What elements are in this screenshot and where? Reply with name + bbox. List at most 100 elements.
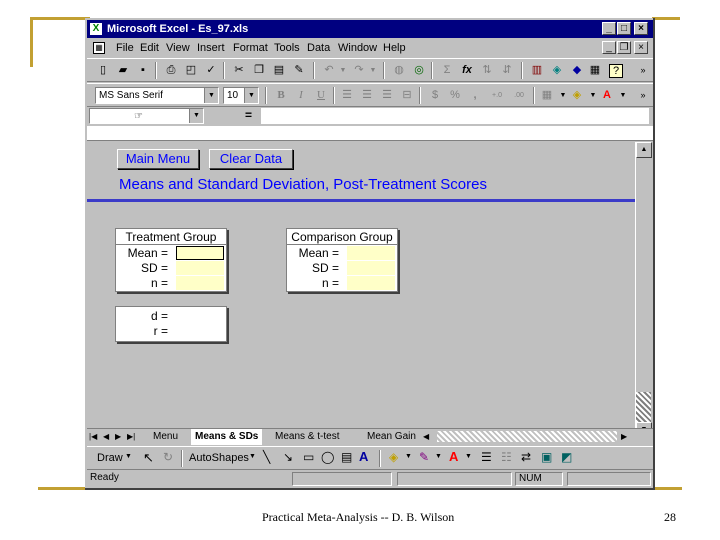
tab-menu[interactable]: Menu bbox=[153, 429, 178, 445]
align-right-icon[interactable]: ☰ bbox=[379, 88, 395, 103]
minimize-button[interactable]: _ bbox=[602, 22, 616, 35]
copy-icon[interactable]: ❐ bbox=[251, 63, 267, 78]
line-icon[interactable]: ╲ bbox=[263, 450, 270, 464]
rectangle-icon[interactable]: ▭ bbox=[303, 450, 314, 464]
open-icon[interactable]: ▰ bbox=[115, 63, 131, 78]
treatment-mean-input[interactable] bbox=[176, 246, 224, 260]
toolbar-more-icon[interactable]: » bbox=[635, 63, 651, 78]
menu-tools[interactable]: Tools bbox=[274, 39, 300, 57]
fill-color-icon[interactable]: ◈ bbox=[389, 450, 398, 464]
dash-style-icon[interactable]: ☷ bbox=[501, 450, 512, 464]
treatment-sd-input[interactable] bbox=[176, 261, 224, 275]
select-objects-icon[interactable]: ↖ bbox=[143, 450, 154, 466]
name-box[interactable]: ☞ ▼ bbox=[89, 108, 204, 124]
fill-color-icon[interactable]: ◈ bbox=[569, 88, 585, 103]
cut-icon[interactable]: ✂ bbox=[231, 63, 247, 78]
line-color-icon[interactable]: ✎ bbox=[419, 450, 429, 464]
doc-restore-button[interactable]: ❐ bbox=[617, 41, 631, 54]
sort-ascending-icon[interactable]: ⇅ bbox=[479, 63, 495, 78]
paste-icon[interactable]: ▤ bbox=[271, 63, 287, 78]
font-name-combo[interactable]: MS Sans Serif ▼ bbox=[95, 87, 219, 104]
doc-close-button[interactable]: × bbox=[634, 41, 648, 54]
formula-input[interactable] bbox=[261, 108, 649, 124]
paste-function-icon[interactable]: fx bbox=[459, 63, 475, 78]
menu-help[interactable]: Help bbox=[383, 39, 406, 57]
tab-mean-gain[interactable]: Mean Gain bbox=[367, 429, 416, 445]
map-icon[interactable]: ◈ bbox=[549, 63, 565, 78]
horizontal-scrollbar[interactable] bbox=[437, 431, 617, 442]
bold-button[interactable]: B bbox=[273, 88, 289, 103]
treatment-n-input[interactable] bbox=[176, 276, 224, 290]
new-icon[interactable]: ▯ bbox=[95, 63, 111, 78]
sort-descending-icon[interactable]: ⇵ bbox=[499, 63, 515, 78]
wordart-icon[interactable]: A bbox=[359, 449, 368, 464]
redo-dropdown-icon[interactable]: ▼ bbox=[365, 63, 381, 78]
line-style-icon[interactable]: ☰ bbox=[481, 450, 492, 464]
free-rotate-icon[interactable]: ↻ bbox=[163, 450, 173, 464]
autoshapes-menu-button[interactable]: AutoShapes bbox=[189, 452, 249, 464]
next-sheet-icon[interactable]: ▶ bbox=[115, 429, 121, 445]
menu-file[interactable]: File bbox=[116, 39, 134, 57]
maximize-button[interactable]: □ bbox=[617, 22, 631, 35]
draw-dropdown-icon[interactable]: ▼ bbox=[125, 453, 132, 460]
font-color-icon[interactable]: A bbox=[449, 449, 458, 464]
font-color-dropdown-icon[interactable]: ▼ bbox=[465, 453, 472, 460]
arrow-style-icon[interactable]: ⇄ bbox=[521, 450, 531, 464]
borders-icon[interactable]: ▦ bbox=[539, 88, 555, 103]
decrease-decimal-button[interactable]: .00 bbox=[509, 88, 529, 103]
3d-icon[interactable]: ◩ bbox=[561, 450, 572, 464]
menu-window[interactable]: Window bbox=[338, 39, 377, 57]
autoshapes-dropdown-icon[interactable]: ▼ bbox=[249, 453, 256, 460]
autosum-icon[interactable]: Σ bbox=[439, 63, 455, 78]
prev-sheet-icon[interactable]: ◀ bbox=[103, 429, 109, 445]
align-left-icon[interactable]: ☰ bbox=[339, 88, 355, 103]
increase-decimal-button[interactable]: +.0 bbox=[487, 88, 507, 103]
scroll-up-button[interactable]: ▲ bbox=[636, 142, 652, 158]
menu-format[interactable]: Format bbox=[233, 39, 268, 57]
web-toolbar-icon[interactable]: ◎ bbox=[411, 63, 427, 78]
doc-minimize-button[interactable]: _ bbox=[602, 41, 616, 54]
hyperlink-icon[interactable]: ◍ bbox=[391, 63, 407, 78]
close-button[interactable]: × bbox=[634, 22, 648, 35]
percent-button[interactable]: % bbox=[447, 88, 463, 103]
last-sheet-icon[interactable]: ▶| bbox=[127, 429, 135, 445]
format-painter-icon[interactable]: ✎ bbox=[291, 63, 307, 78]
underline-button[interactable]: U bbox=[313, 88, 329, 103]
align-center-icon[interactable]: ☰ bbox=[359, 88, 375, 103]
tab-means-sds[interactable]: Means & SDs bbox=[191, 429, 263, 445]
chevron-down-icon[interactable]: ▼ bbox=[204, 88, 218, 103]
font-size-combo[interactable]: 10 ▼ bbox=[223, 87, 259, 104]
spelling-icon[interactable]: ✓ bbox=[203, 63, 219, 78]
main-menu-button[interactable]: Main Menu bbox=[117, 149, 199, 169]
chevron-down-icon[interactable]: ▼ bbox=[189, 109, 203, 123]
menu-data[interactable]: Data bbox=[307, 39, 330, 57]
chart-wizard-icon[interactable]: ▥ bbox=[529, 63, 545, 78]
toolbar-more-icon[interactable]: » bbox=[635, 88, 651, 103]
comparison-mean-input[interactable] bbox=[347, 246, 395, 260]
font-color-icon[interactable]: A bbox=[599, 88, 615, 103]
font-color-dropdown-icon[interactable]: ▼ bbox=[615, 88, 631, 103]
first-sheet-icon[interactable]: |◀ bbox=[89, 429, 97, 445]
fill-dropdown-icon[interactable]: ▼ bbox=[405, 453, 412, 460]
undo-dropdown-icon[interactable]: ▼ bbox=[335, 63, 351, 78]
comparison-n-input[interactable] bbox=[347, 276, 395, 290]
scroll-thumb[interactable] bbox=[636, 392, 651, 422]
print-preview-icon[interactable]: ◰ bbox=[183, 63, 199, 78]
italic-button[interactable]: I bbox=[293, 88, 309, 103]
vertical-scrollbar[interactable]: ▲ ▼ bbox=[635, 142, 652, 438]
tab-means-t-test[interactable]: Means & t-test bbox=[275, 429, 339, 445]
zoom-icon[interactable]: ▦ bbox=[587, 63, 603, 78]
arrow-icon[interactable]: ↘ bbox=[283, 450, 293, 464]
comparison-sd-input[interactable] bbox=[347, 261, 395, 275]
tab-scroll-left-icon[interactable]: ◀ bbox=[423, 429, 429, 445]
oval-icon[interactable]: ◯ bbox=[321, 450, 334, 464]
currency-button[interactable]: $ bbox=[427, 88, 443, 103]
chevron-down-icon[interactable]: ▼ bbox=[244, 88, 258, 103]
shadow-icon[interactable]: ▣ bbox=[541, 450, 552, 464]
print-icon[interactable]: ⎙ bbox=[163, 63, 179, 78]
text-box-icon[interactable]: ▤ bbox=[341, 450, 352, 464]
clear-data-button[interactable]: Clear Data bbox=[209, 149, 293, 169]
tab-scroll-right-icon[interactable]: ▶ bbox=[621, 429, 627, 445]
office-assistant-icon[interactable]: ? bbox=[609, 64, 623, 78]
merge-center-icon[interactable]: ⊟ bbox=[399, 88, 415, 103]
